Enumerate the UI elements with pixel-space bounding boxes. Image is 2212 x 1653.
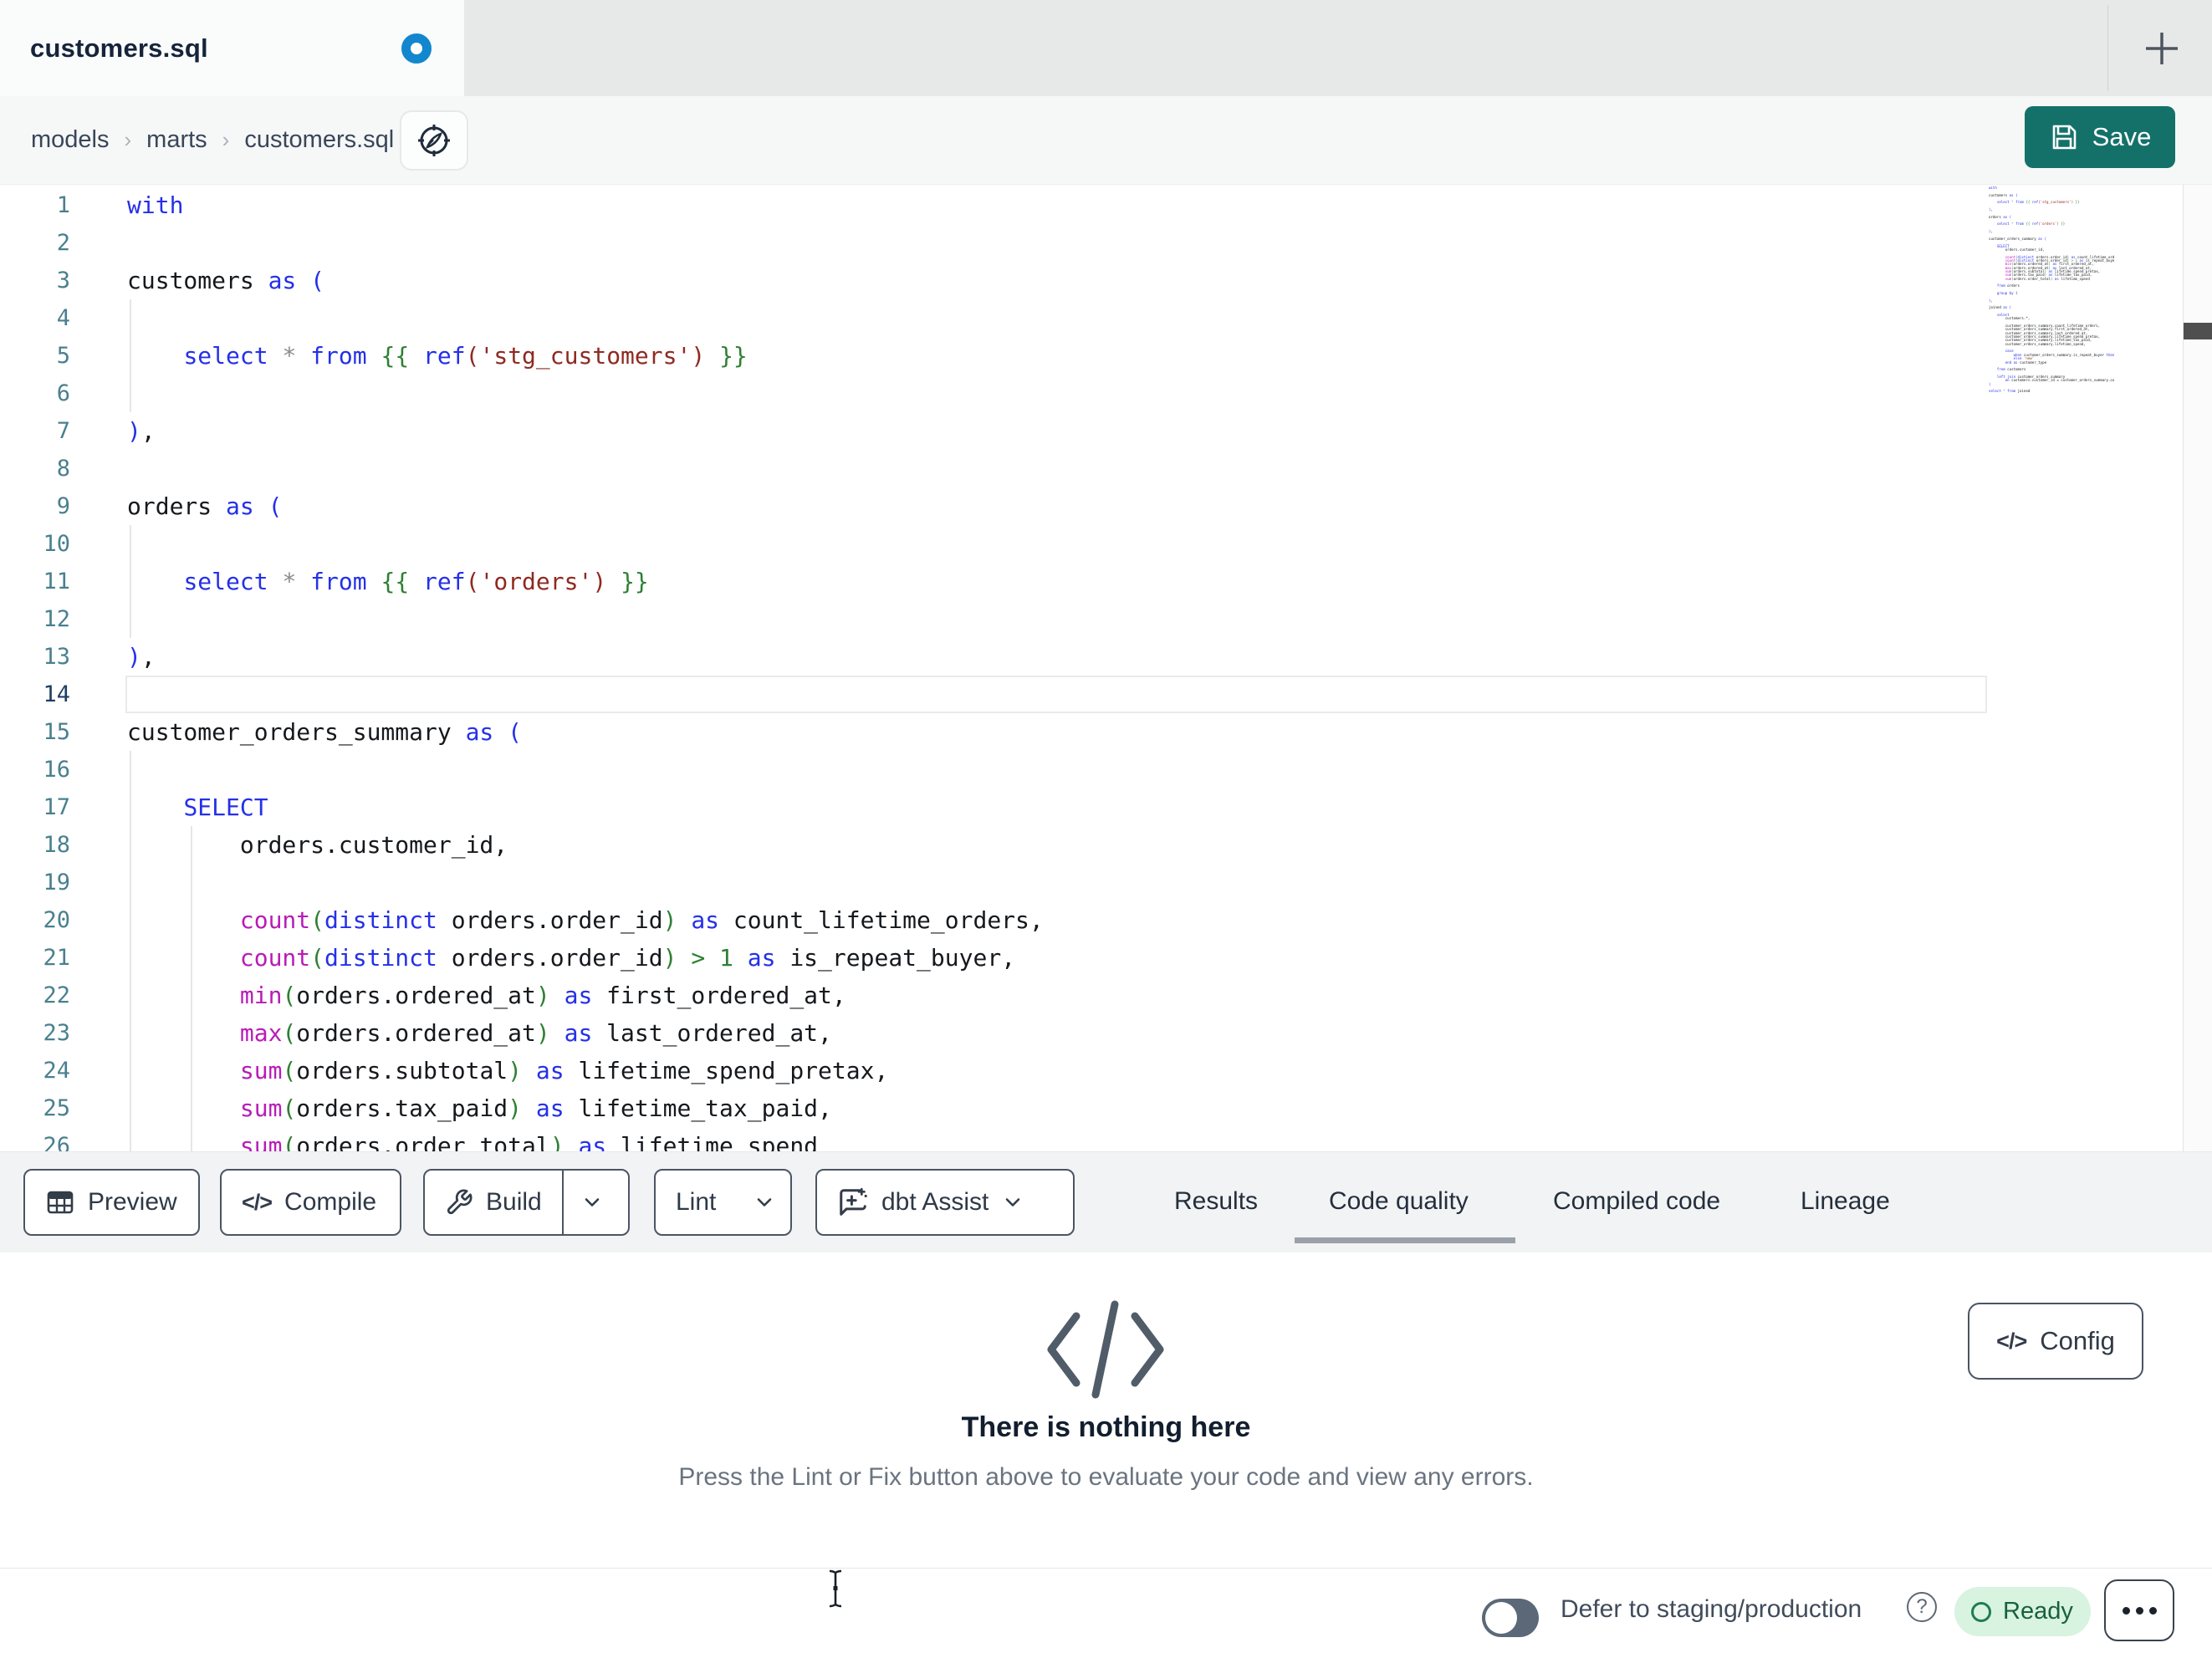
code-icon bbox=[1034, 1294, 1177, 1409]
build-button[interactable]: Build bbox=[423, 1169, 630, 1236]
ready-status-label: Ready bbox=[2003, 1598, 2073, 1625]
help-icon[interactable]: ? bbox=[1907, 1592, 1937, 1622]
defer-toggle[interactable] bbox=[1482, 1599, 1539, 1637]
tab-compiled-code[interactable]: Compiled code bbox=[1553, 1152, 1720, 1251]
code-brackets-icon: </> bbox=[1996, 1328, 2027, 1354]
code-brackets-icon: </> bbox=[242, 1189, 273, 1215]
breadcrumb-item-marts[interactable]: marts bbox=[146, 126, 207, 154]
chevron-right-icon: › bbox=[124, 127, 132, 152]
ellipsis-icon bbox=[2135, 1606, 2143, 1615]
tab-title: customers.sql bbox=[30, 33, 208, 63]
chevron-down-icon bbox=[585, 1198, 600, 1207]
compile-button[interactable]: </> Compile bbox=[220, 1169, 401, 1236]
tab-customers-sql[interactable]: customers.sql bbox=[0, 0, 464, 96]
dbt-assist-button[interactable]: dbt Assist bbox=[815, 1169, 1075, 1236]
chevron-down-icon bbox=[1006, 1198, 1020, 1207]
breadcrumb: models › marts › customers.sql bbox=[31, 96, 394, 184]
active-tab-underline bbox=[1295, 1237, 1515, 1243]
ellipsis-icon bbox=[2122, 1606, 2130, 1615]
compile-button-label: Compile bbox=[284, 1188, 377, 1216]
ready-status-badge[interactable]: Ready bbox=[1954, 1587, 2091, 1636]
tab-bar-divider bbox=[2107, 5, 2108, 91]
lineage-compass-button[interactable] bbox=[400, 110, 468, 171]
breadcrumb-item-models[interactable]: models bbox=[31, 126, 110, 154]
empty-state-subtitle: Press the Lint or Fix button above to ev… bbox=[678, 1463, 1534, 1491]
minimap[interactable]: with customers as ( select * from {{ ref… bbox=[1989, 186, 2114, 412]
build-button-label: Build bbox=[486, 1188, 542, 1216]
scrollbar-thumb[interactable] bbox=[2184, 323, 2212, 339]
save-button-label: Save bbox=[2092, 122, 2152, 151]
status-bar: Defer to staging/production ? Ready bbox=[0, 1568, 2212, 1650]
config-button[interactable]: </> Config bbox=[1968, 1303, 2143, 1380]
lint-dropdown-button[interactable] bbox=[736, 1171, 793, 1234]
editor-scrollbar[interactable] bbox=[2183, 185, 2212, 1152]
build-dropdown-button[interactable] bbox=[564, 1171, 621, 1234]
breadcrumb-bar: models › marts › customers.sql Save bbox=[0, 96, 2212, 184]
save-icon bbox=[2052, 125, 2076, 150]
build-button-main[interactable]: Build bbox=[425, 1171, 562, 1234]
dbt-ide-window: customers.sql models › marts › customers… bbox=[0, 0, 2212, 1653]
lint-button[interactable]: Lint bbox=[654, 1169, 792, 1236]
lint-button-main[interactable]: Lint bbox=[656, 1171, 736, 1234]
assist-sparkle-chat-icon bbox=[840, 1187, 867, 1216]
preview-button-label: Preview bbox=[88, 1188, 177, 1216]
ellipsis-icon bbox=[2148, 1606, 2157, 1615]
chevron-down-icon bbox=[758, 1198, 772, 1207]
compass-icon bbox=[418, 125, 450, 156]
empty-state-title: There is nothing here bbox=[961, 1411, 1251, 1443]
lint-button-label: Lint bbox=[676, 1188, 717, 1216]
i-beam-cursor bbox=[826, 1569, 845, 1613]
plus-icon bbox=[2146, 33, 2178, 64]
preview-button[interactable]: Preview bbox=[23, 1169, 200, 1236]
code-quality-panel: There is nothing here Press the Lint or … bbox=[0, 1253, 2212, 1568]
dbt-assist-label: dbt Assist bbox=[881, 1188, 989, 1216]
table-icon bbox=[47, 1191, 74, 1214]
tab-lineage[interactable]: Lineage bbox=[1801, 1152, 1890, 1251]
tab-results[interactable]: Results bbox=[1174, 1152, 1258, 1251]
code-editor[interactable]: 1 2 3 4 5 6 7 8 9 10 11 12 13 14 15 16 17 18 19 20 21 22 23 24 2… bbox=[0, 184, 2212, 1152]
breadcrumb-item-file: customers.sql bbox=[244, 126, 395, 153]
config-button-label: Config bbox=[2040, 1326, 2115, 1355]
defer-label: Defer to staging/production bbox=[1561, 1594, 1862, 1623]
status-circle-icon bbox=[1971, 1601, 1991, 1622]
save-button[interactable]: Save bbox=[2025, 106, 2175, 168]
more-options-button[interactable] bbox=[2104, 1579, 2174, 1641]
toggle-knob bbox=[1485, 1602, 1517, 1634]
unsaved-changes-dot bbox=[401, 33, 432, 64]
code-content[interactable]: with customers as ( select * from {{ ref… bbox=[0, 186, 2141, 1152]
action-toolbar: Preview </> Compile Build Lint dbt Assis… bbox=[0, 1151, 2212, 1253]
editor-tab-bar: customers.sql bbox=[0, 0, 2212, 96]
chevron-right-icon: › bbox=[222, 127, 230, 152]
new-tab-button[interactable] bbox=[2138, 24, 2186, 73]
wrench-icon bbox=[447, 1189, 473, 1215]
tab-code-quality[interactable]: Code quality bbox=[1329, 1152, 1469, 1251]
